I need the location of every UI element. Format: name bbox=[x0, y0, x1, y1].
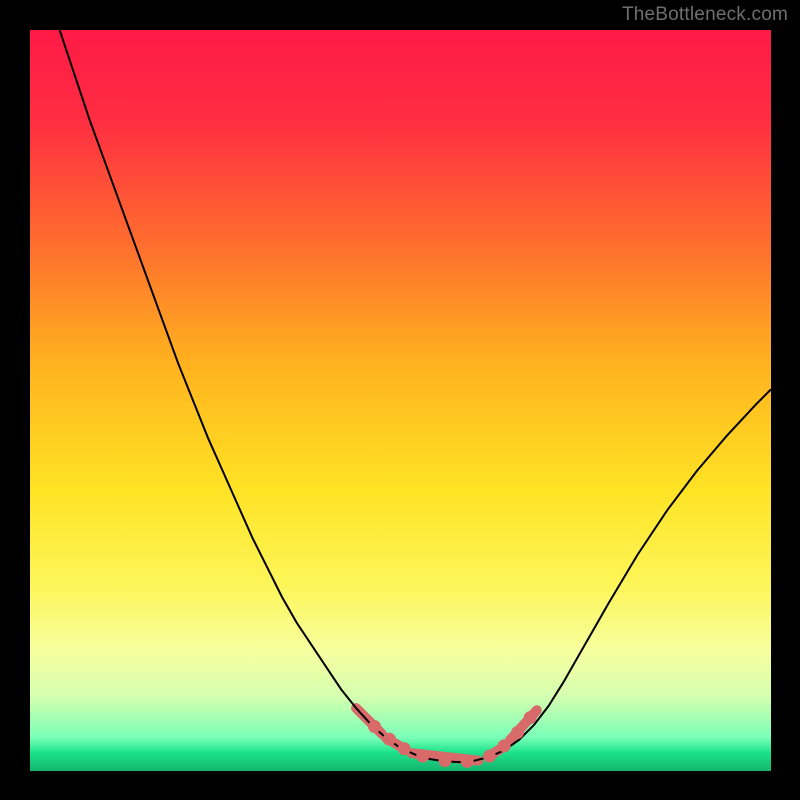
chart-frame: TheBottleneck.com bbox=[0, 0, 800, 800]
chart-background bbox=[30, 30, 771, 771]
watermark-text: TheBottleneck.com bbox=[622, 4, 788, 26]
chart-plot bbox=[30, 30, 771, 771]
